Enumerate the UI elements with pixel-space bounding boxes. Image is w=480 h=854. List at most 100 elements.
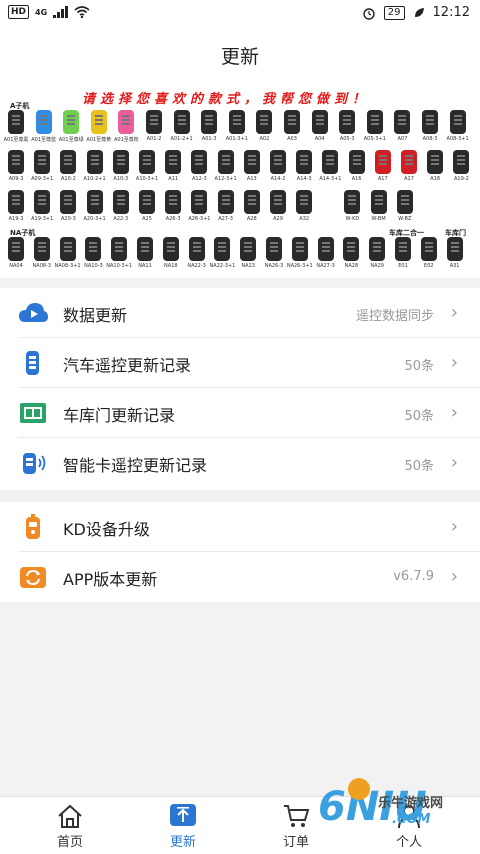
row-garage-door-records[interactable]: 车库门更新记录 50条 › xyxy=(0,388,480,438)
status-bar: HD 4G 29 12:12 xyxy=(0,0,480,28)
remote-key-thumbnail xyxy=(311,110,328,134)
remote-key-thumbnail xyxy=(191,150,208,174)
row-value: v6.7.9 xyxy=(393,569,434,584)
remote-key-thumbnail xyxy=(165,190,182,214)
remote-key-thumbnail xyxy=(394,110,411,134)
chevron-right-icon: › xyxy=(450,566,458,587)
remote-key-thumbnail xyxy=(34,190,51,214)
row-label: 数据更新 xyxy=(63,306,128,325)
remote-key-thumbnail xyxy=(343,237,360,261)
remote-key-thumbnail xyxy=(291,237,308,261)
remote-key-label: A32 xyxy=(299,216,310,222)
remote-key-thumbnail xyxy=(162,237,179,261)
row-label: 车库门更新记录 xyxy=(63,406,176,425)
remote-key-thumbnail xyxy=(270,150,286,174)
remote-key-thumbnail xyxy=(86,150,103,174)
remote-key-thumbnail xyxy=(296,190,313,214)
remote-key-thumbnail xyxy=(8,110,24,134)
remote-key-thumbnail xyxy=(228,110,245,134)
remote-key-thumbnail xyxy=(191,190,208,214)
remote-key-thumbnail xyxy=(348,150,365,174)
row-value: 50条 xyxy=(404,459,434,474)
remote-key-thumbnail xyxy=(317,237,334,261)
leaf-icon xyxy=(414,7,424,17)
remote-key-thumbnail xyxy=(284,110,300,134)
cart-icon xyxy=(284,805,310,827)
remote-key-thumbnail xyxy=(146,110,162,134)
remote-key-thumbnail xyxy=(90,110,107,134)
car-remote-icon xyxy=(26,351,39,375)
remote-key-thumbnail xyxy=(214,237,231,261)
remote-key-thumbnail xyxy=(60,150,77,174)
remote-key-thumbnail xyxy=(243,150,260,174)
remote-key-thumbnail xyxy=(118,110,135,134)
row-app-version-update[interactable]: APP版本更新 v6.7.9 › xyxy=(0,552,480,602)
remote-key-thumbnail xyxy=(201,110,218,134)
row-smart-card-records[interactable]: 智能卡遥控更新记录 50条 › xyxy=(0,438,480,488)
remote-key-thumbnail xyxy=(35,110,52,134)
battery-indicator: 29 xyxy=(383,5,405,20)
remote-key-thumbnail xyxy=(33,237,50,261)
app-refresh-icon xyxy=(20,567,46,588)
tab-update[interactable]: 更新 xyxy=(123,797,243,854)
device-app-update-section: KD设备升级 › APP版本更新 v6.7.9 › xyxy=(0,502,480,602)
clock-time: 12:12 xyxy=(432,5,470,20)
remote-key-thumbnail xyxy=(240,237,257,261)
row-label: KD设备升级 xyxy=(63,520,150,539)
remote-key-thumbnail xyxy=(137,237,153,261)
title-bar: 更新 xyxy=(0,28,480,82)
remote-key-thumbnail xyxy=(85,237,102,261)
chevron-right-icon: › xyxy=(450,352,458,373)
remote-key-thumbnail xyxy=(296,150,313,174)
row-label: 汽车遥控更新记录 xyxy=(63,356,192,375)
hd-indicator: HD xyxy=(8,5,30,19)
remote-key-thumbnail xyxy=(59,237,76,261)
remote-key-thumbnail xyxy=(339,110,356,134)
row-label: APP版本更新 xyxy=(63,570,158,589)
tab-home[interactable]: 首页 xyxy=(10,797,130,854)
remote-key-thumbnail xyxy=(370,190,387,214)
row-kd-device-upgrade[interactable]: KD设备升级 › xyxy=(0,502,480,552)
chevron-right-icon: › xyxy=(450,402,458,423)
remote-key-thumbnail xyxy=(188,237,205,261)
remote-key-thumbnail xyxy=(112,190,129,214)
tab-label: 首页 xyxy=(56,835,83,850)
remote-key-thumbnail xyxy=(401,150,417,174)
remote-key-label: A31 xyxy=(449,263,460,269)
remote-key-thumbnail xyxy=(366,110,383,134)
page-title: 更新 xyxy=(220,46,259,68)
remote-key-thumbnail xyxy=(217,150,234,174)
remote-styles-banner[interactable]: 请选择您喜欢的款式，我帮您做到！ A子机 NA子机 车库二合一 车库门 A01至… xyxy=(0,82,480,278)
remote-key-thumbnail xyxy=(217,190,234,214)
remote-key-thumbnail xyxy=(374,150,391,174)
kd-device-icon xyxy=(26,514,40,539)
row-value: 遥控数据同步 xyxy=(355,309,434,324)
remote-key-thumbnail xyxy=(446,237,463,261)
remote-key-thumbnail xyxy=(344,190,361,214)
update-records-section: 数据更新 遥控数据同步 › 汽车遥控更新记录 50条 › 车库门更新记录 50条… xyxy=(0,288,480,490)
remote-key-thumbnail xyxy=(173,110,190,134)
remote-key-thumbnail xyxy=(8,237,24,261)
remote-key-label: W-BZ xyxy=(398,216,412,222)
alarm-icon xyxy=(363,7,375,20)
remote-key-label: A08-3+1 xyxy=(446,136,469,142)
chevron-right-icon: › xyxy=(450,516,458,537)
remote-key-thumbnail xyxy=(427,150,444,174)
watermark-domain: .COM xyxy=(392,812,431,827)
remote-key-thumbnail xyxy=(139,150,155,174)
row-data-update[interactable]: 数据更新 遥控数据同步 › xyxy=(0,288,480,338)
watermark-brand: 乐牛游戏网 xyxy=(378,796,444,811)
remote-key-thumbnail xyxy=(63,110,80,134)
row-car-remote-records[interactable]: 汽车遥控更新记录 50条 › xyxy=(0,338,480,388)
remote-key-thumbnail xyxy=(270,190,286,214)
remote-key-thumbnail xyxy=(266,237,282,261)
remote-key-thumbnail xyxy=(139,190,155,214)
remote-key-thumbnail xyxy=(322,150,339,174)
remote-key-thumbnail xyxy=(395,237,411,261)
site-watermark: 6NIU 乐牛游戏网 .COM xyxy=(318,778,480,838)
chevron-right-icon: › xyxy=(450,302,458,323)
chevron-right-icon: › xyxy=(450,452,458,473)
network-type: 4G xyxy=(35,7,48,17)
remote-key-thumbnail xyxy=(34,150,51,174)
signal-icon xyxy=(53,6,69,18)
